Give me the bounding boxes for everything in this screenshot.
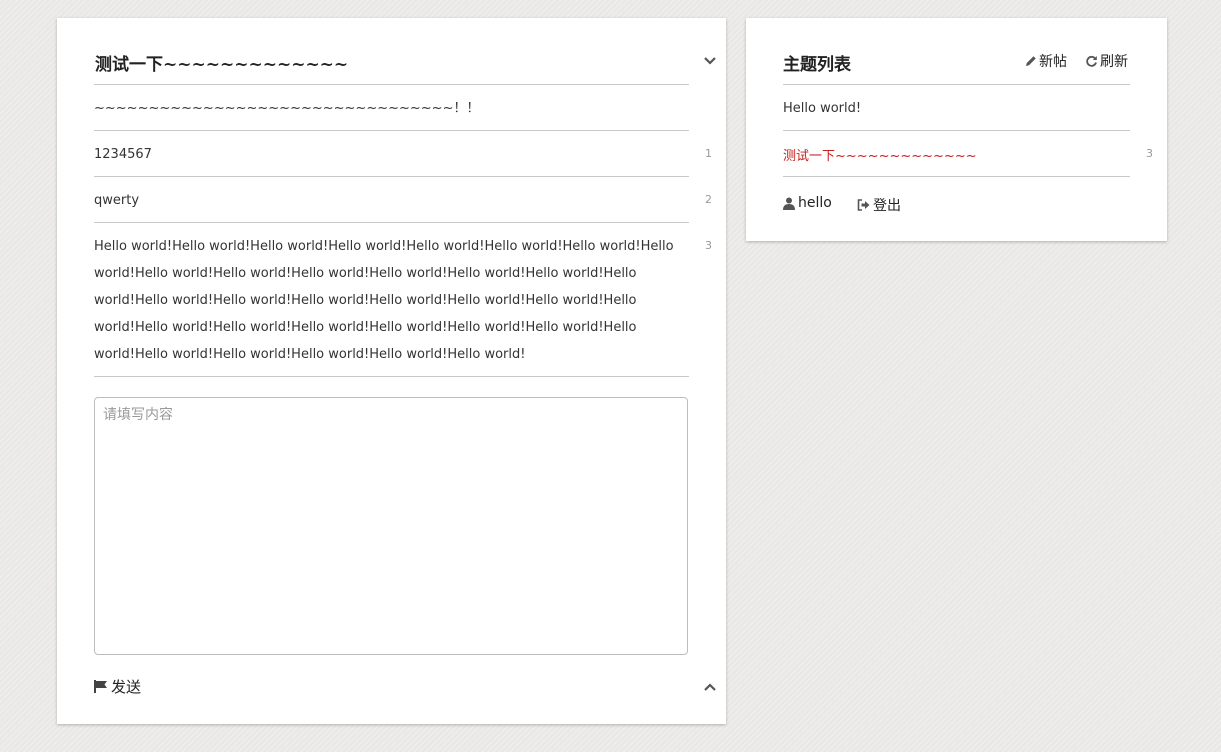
new-post-label: 新帖: [1039, 54, 1067, 70]
logout-label: 登出: [873, 198, 901, 214]
refresh-icon: [1086, 55, 1097, 67]
post-text: ~~~~~~~~~~~~~~~~~~~~~~~~~~~~~~~~~！！: [94, 101, 480, 116]
post-number: 3: [705, 239, 712, 252]
topics-title: 主题列表: [783, 55, 851, 75]
post-number: 1: [705, 147, 712, 160]
topic-item[interactable]: Hello world!: [783, 101, 861, 116]
post-number: 2: [705, 193, 712, 206]
divider: [783, 130, 1130, 131]
divider: [94, 130, 689, 131]
post-text: Hello world!Hello world!Hello world!Hell…: [94, 239, 674, 362]
thread-panel: 测试一下~~~~~~~~~~~~~ ~~~~~~~~~~~~~~~~~~~~~~…: [57, 18, 726, 724]
reply-input[interactable]: [94, 397, 688, 655]
chevron-down-icon[interactable]: [703, 54, 717, 68]
divider: [94, 176, 689, 177]
user-link[interactable]: hello: [783, 195, 832, 211]
pencil-icon: [1026, 56, 1036, 66]
divider: [94, 222, 689, 223]
topics-panel: 主题列表 新帖 刷新 Hello world! 测试一下~~~~~~~~~~~~…: [746, 18, 1167, 241]
post-text: 1234567: [94, 147, 152, 162]
post-text: qwerty: [94, 193, 140, 208]
flag-icon: [94, 680, 107, 693]
divider: [783, 176, 1130, 177]
refresh-label: 刷新: [1100, 54, 1128, 70]
divider: [94, 376, 689, 377]
logout-icon: [857, 199, 870, 211]
chevron-up-icon[interactable]: [703, 680, 717, 694]
user-icon: [783, 197, 795, 210]
logout-button[interactable]: 登出: [857, 195, 901, 215]
refresh-button[interactable]: 刷新: [1085, 51, 1128, 71]
send-label: 发送: [111, 678, 142, 696]
divider: [783, 84, 1130, 85]
send-button[interactable]: 发送: [94, 676, 141, 697]
username: hello: [798, 195, 832, 211]
topic-count: 3: [1146, 147, 1153, 160]
new-post-button[interactable]: 新帖: [1025, 51, 1067, 71]
topic-item-active[interactable]: 测试一下~~~~~~~~~~~~~: [783, 145, 977, 164]
thread-title: 测试一下~~~~~~~~~~~~~: [95, 55, 349, 75]
divider: [94, 84, 689, 85]
